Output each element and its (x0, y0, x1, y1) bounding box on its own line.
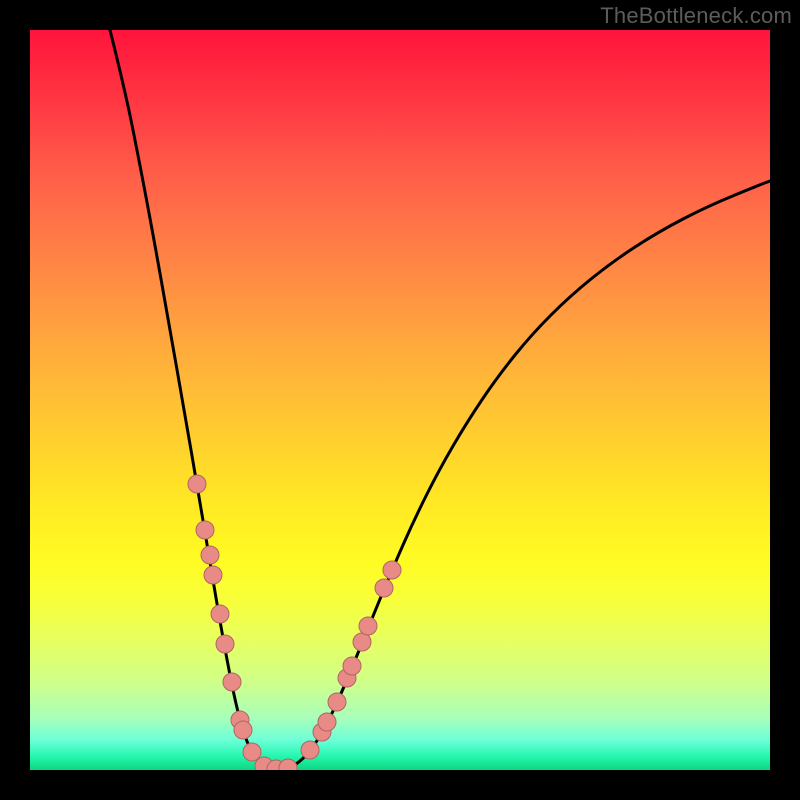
data-point (375, 579, 393, 597)
chart-frame: TheBottleneck.com (0, 0, 800, 800)
data-point (201, 546, 219, 564)
data-point (318, 713, 336, 731)
data-point (359, 617, 377, 635)
data-point (301, 741, 319, 759)
data-point (353, 633, 371, 651)
data-point (279, 759, 297, 770)
data-point (211, 605, 229, 623)
data-point (328, 693, 346, 711)
data-point (204, 566, 222, 584)
data-point (234, 721, 252, 739)
plot-area (30, 30, 770, 770)
data-point (216, 635, 234, 653)
watermark-text: TheBottleneck.com (600, 3, 792, 29)
scatter-right-branch (301, 561, 401, 759)
data-point (196, 521, 214, 539)
data-point (243, 743, 261, 761)
chart-svg (30, 30, 770, 770)
data-point (223, 673, 241, 691)
scatter-left-branch (188, 475, 297, 770)
data-point (383, 561, 401, 579)
data-point (188, 475, 206, 493)
bottleneck-curve (110, 30, 770, 769)
data-point (343, 657, 361, 675)
